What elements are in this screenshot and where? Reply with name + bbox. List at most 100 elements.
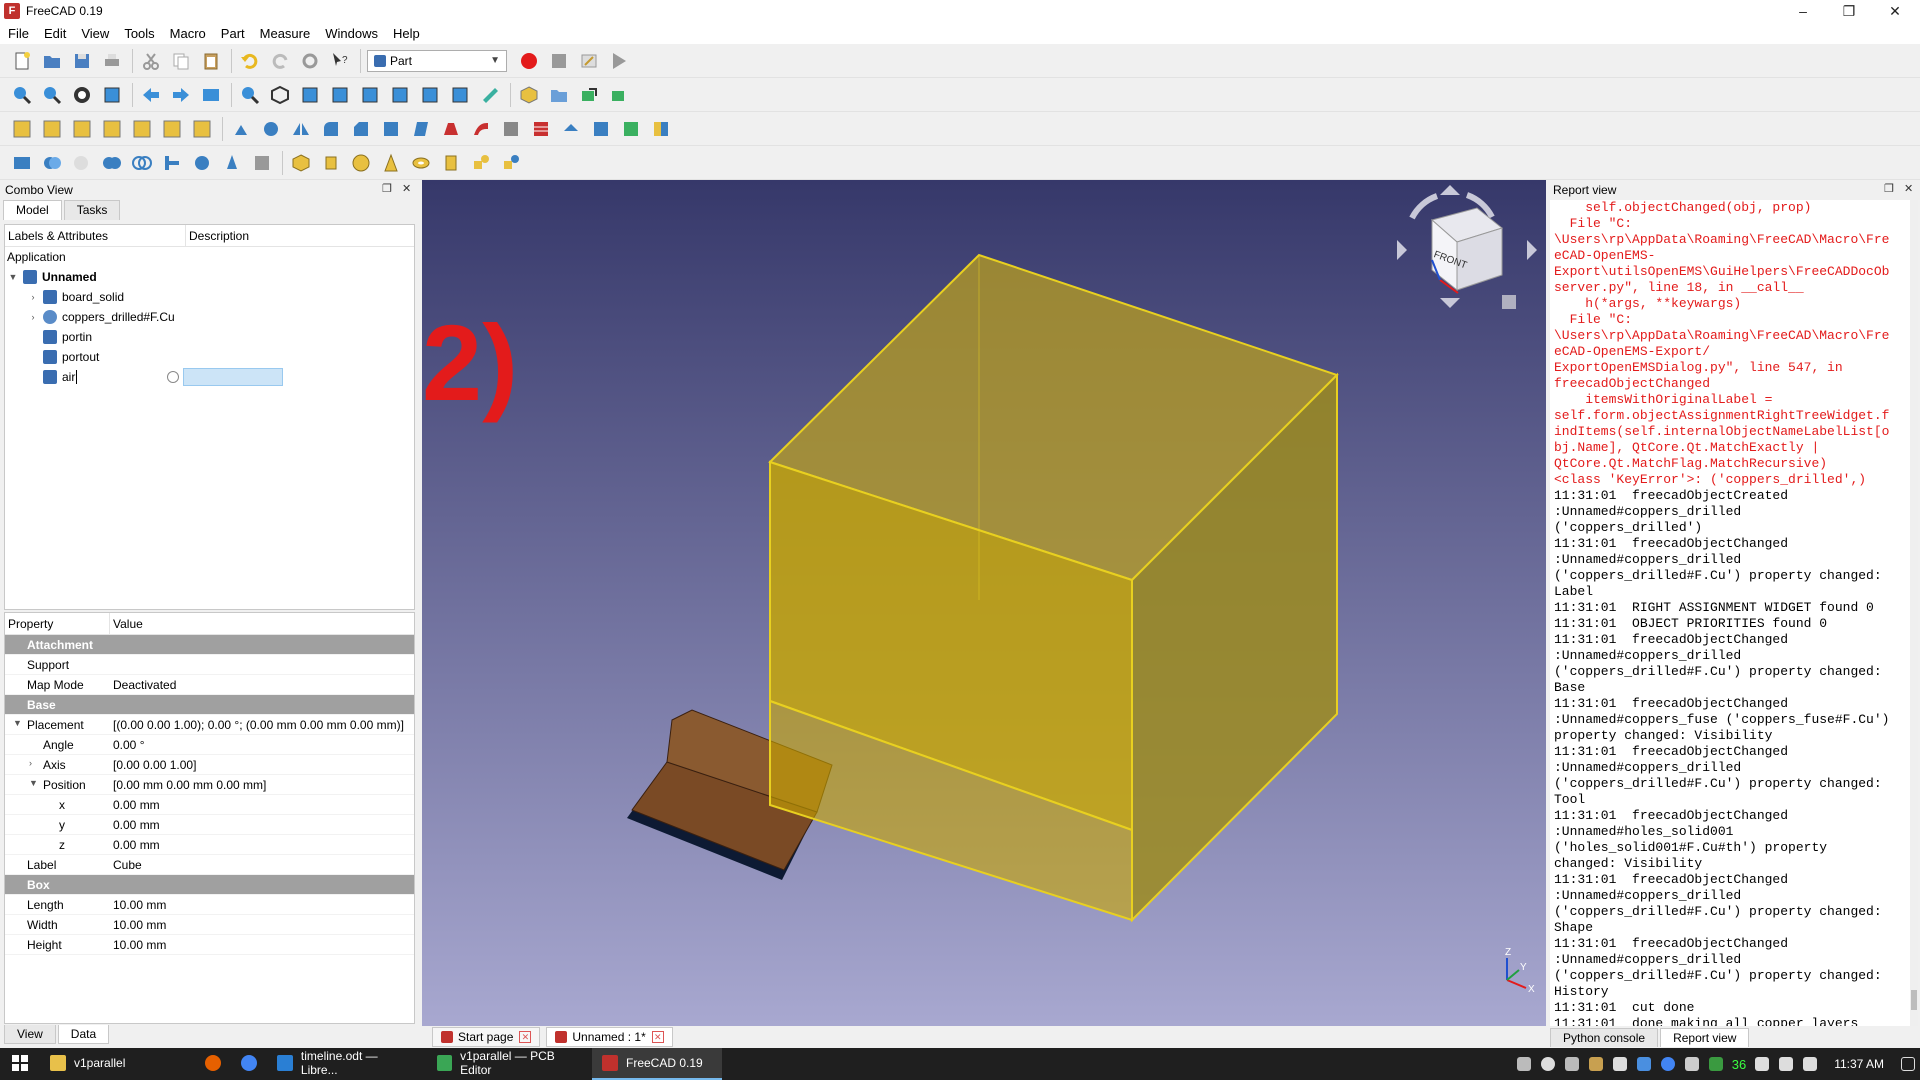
draw-style-button[interactable] bbox=[70, 83, 94, 107]
fuse-button[interactable] bbox=[100, 151, 124, 175]
property-value[interactable]: 10.00 mm bbox=[109, 898, 414, 912]
cube-button[interactable] bbox=[289, 151, 313, 175]
thickness-button[interactable] bbox=[589, 117, 613, 141]
close-panel-icon[interactable]: ✕ bbox=[402, 182, 411, 195]
cylinder-button[interactable] bbox=[319, 151, 343, 175]
join-features-button[interactable] bbox=[160, 151, 184, 175]
report-log[interactable]: self.objectChanged(obj, prop) File "C: \U… bbox=[1550, 200, 1910, 1026]
property-value[interactable]: Deactivated bbox=[109, 678, 414, 692]
menu-macro[interactable]: Macro bbox=[170, 26, 206, 41]
menu-tools[interactable]: Tools bbox=[124, 26, 154, 41]
tree-item-label[interactable]: air bbox=[62, 370, 75, 384]
tree-item[interactable]: › board_solid bbox=[5, 287, 414, 307]
property-row[interactable]: Support bbox=[5, 655, 414, 675]
taskbar-clock[interactable]: 11:37 AM bbox=[1834, 1057, 1884, 1071]
tree-document[interactable]: ▼ Unnamed bbox=[5, 267, 414, 287]
notifications-icon[interactable] bbox=[1901, 1057, 1915, 1071]
property-value[interactable]: [(0.00 0.00 1.00); 0.00 °; (0.00 mm 0.00… bbox=[109, 718, 414, 732]
report-scrollbar[interactable] bbox=[1910, 200, 1918, 1026]
property-row[interactable]: x 0.00 mm bbox=[5, 795, 414, 815]
tab-tasks[interactable]: Tasks bbox=[63, 200, 121, 220]
taskbar-app-firefox[interactable] bbox=[195, 1048, 231, 1080]
close-icon[interactable]: ✕ bbox=[519, 1031, 532, 1043]
tray-app-icon[interactable] bbox=[1684, 1057, 1699, 1071]
shape-builder-2-button[interactable] bbox=[499, 151, 523, 175]
view-right-button[interactable] bbox=[358, 83, 382, 107]
chevron-right-icon[interactable]: › bbox=[27, 292, 39, 302]
tree-header-description[interactable]: Description bbox=[185, 225, 285, 246]
loft-button[interactable] bbox=[439, 117, 463, 141]
compound-tools-button[interactable] bbox=[10, 151, 34, 175]
property-row[interactable]: z 0.00 mm bbox=[5, 835, 414, 855]
back-button[interactable] bbox=[139, 83, 163, 107]
tab-data[interactable]: Data bbox=[57, 1025, 110, 1044]
fit-selection-button[interactable] bbox=[40, 83, 64, 107]
property-row[interactable]: y 0.00 mm bbox=[5, 815, 414, 835]
wifi-icon[interactable] bbox=[1803, 1057, 1818, 1071]
menu-measure[interactable]: Measure bbox=[260, 26, 311, 41]
tray-app-icon[interactable] bbox=[1708, 1057, 1723, 1071]
property-row[interactable]: ▼ Position [0.00 mm 0.00 mm 0.00 mm] bbox=[5, 775, 414, 795]
float-panel-icon[interactable]: ❐ bbox=[382, 182, 392, 195]
chevron-down-icon[interactable]: ▼ bbox=[29, 778, 38, 788]
open-button[interactable] bbox=[40, 49, 64, 73]
view-bottom-button[interactable] bbox=[418, 83, 442, 107]
navigation-cube[interactable]: FRONT bbox=[1397, 185, 1537, 309]
description-edit-field[interactable] bbox=[183, 368, 283, 386]
taskbar-app-chrome[interactable] bbox=[231, 1048, 267, 1080]
taskbar-app-kicad[interactable]: v1parallel — PCB Editor bbox=[427, 1048, 592, 1080]
menu-edit[interactable]: Edit bbox=[44, 26, 66, 41]
property-value[interactable]: 0.00 ° bbox=[109, 738, 414, 752]
link-actions-button[interactable] bbox=[607, 83, 631, 107]
tab-start-page[interactable]: Start page ✕ bbox=[432, 1027, 541, 1047]
tree-header-labels[interactable]: Labels & Attributes bbox=[5, 225, 185, 246]
link-button[interactable] bbox=[577, 83, 601, 107]
create-group-button[interactable] bbox=[547, 83, 571, 107]
close-panel-icon[interactable]: ✕ bbox=[1904, 182, 1913, 195]
tab-report-view[interactable]: Report view bbox=[1660, 1028, 1750, 1047]
close-button[interactable]: ✕ bbox=[1872, 0, 1918, 22]
property-value[interactable]: 10.00 mm bbox=[109, 938, 414, 952]
boolean-button[interactable] bbox=[40, 151, 64, 175]
convert-to-solid-button[interactable] bbox=[160, 117, 184, 141]
tree-item[interactable]: portin bbox=[5, 327, 414, 347]
float-panel-icon[interactable]: ❐ bbox=[1884, 182, 1894, 195]
property-header-value[interactable]: Value bbox=[109, 613, 414, 634]
taskbar-app-explorer[interactable]: v1parallel bbox=[40, 1048, 195, 1080]
menu-file[interactable]: File bbox=[8, 26, 29, 41]
cross-sections-button[interactable] bbox=[529, 117, 553, 141]
sphere-button[interactable] bbox=[349, 151, 373, 175]
view-left-button[interactable] bbox=[448, 83, 472, 107]
macro-run-button[interactable] bbox=[607, 49, 631, 73]
shape-builder-button[interactable] bbox=[70, 117, 94, 141]
forward-button[interactable] bbox=[169, 83, 193, 107]
torus-button[interactable] bbox=[409, 151, 433, 175]
property-row[interactable]: Map Mode Deactivated bbox=[5, 675, 414, 695]
undo-button[interactable] bbox=[238, 49, 262, 73]
view-isometric-button[interactable] bbox=[268, 83, 292, 107]
sweep-button[interactable] bbox=[469, 117, 493, 141]
fillet-button[interactable] bbox=[319, 117, 343, 141]
create-part-button[interactable] bbox=[517, 83, 541, 107]
start-button[interactable] bbox=[0, 1048, 40, 1080]
menu-part[interactable]: Part bbox=[221, 26, 245, 41]
common-button[interactable] bbox=[130, 151, 154, 175]
property-row[interactable]: ▼ Placement [(0.00 0.00 1.00); 0.00 °; (0.… bbox=[5, 715, 414, 735]
tray-app-icon[interactable] bbox=[1516, 1057, 1531, 1071]
tab-unnamed[interactable]: Unnamed : 1* ✕ bbox=[546, 1027, 673, 1047]
ruled-surface-button[interactable] bbox=[409, 117, 433, 141]
property-value[interactable]: 0.00 mm bbox=[109, 838, 414, 852]
tab-model[interactable]: Model bbox=[3, 200, 62, 220]
tube-button[interactable] bbox=[439, 151, 463, 175]
property-group[interactable]: Base bbox=[5, 695, 414, 715]
reverse-shapes-button[interactable] bbox=[190, 117, 214, 141]
3d-viewport[interactable]: 2) FRONT Z Y X bbox=[422, 180, 1546, 1026]
primitives-dialog-button[interactable] bbox=[469, 151, 493, 175]
view-rear-button[interactable] bbox=[388, 83, 412, 107]
macro-edit-button[interactable] bbox=[577, 49, 601, 73]
tray-app-icon[interactable] bbox=[1612, 1057, 1627, 1071]
measure-distance-button[interactable] bbox=[478, 83, 502, 107]
whats-this-button[interactable]: ? bbox=[328, 49, 352, 73]
chevron-down-icon[interactable]: ▼ bbox=[7, 272, 19, 282]
projection-button[interactable] bbox=[619, 117, 643, 141]
